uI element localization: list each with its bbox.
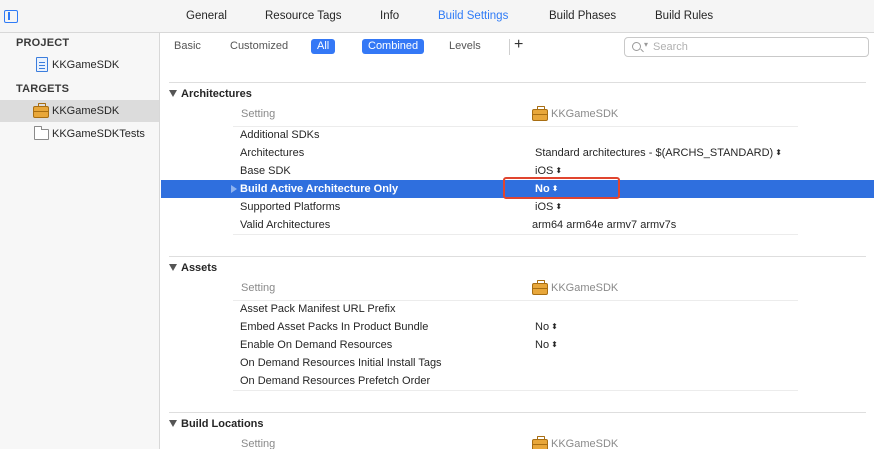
tab-build-phases[interactable]: Build Phases bbox=[549, 10, 616, 22]
disclosure-triangle-icon[interactable] bbox=[169, 420, 177, 427]
disclosure-triangle-icon[interactable] bbox=[169, 264, 177, 271]
table-row[interactable]: Architectures Standard architectures - $… bbox=[161, 144, 874, 162]
project-navigator-sidebar: PROJECT KKGameSDK TARGETS KKGameSDK KKGa… bbox=[0, 33, 160, 449]
filter-customized-button[interactable]: Customized bbox=[224, 39, 294, 54]
setting-name: Base SDK bbox=[240, 165, 291, 177]
sidebar-item-target-kkgamesdk[interactable]: KKGameSDK bbox=[0, 100, 159, 122]
table-row[interactable]: Enable On Demand Resources No ⬍ bbox=[161, 336, 874, 354]
separator bbox=[233, 234, 798, 235]
briefcase-icon bbox=[532, 436, 548, 449]
table-row[interactable]: On Demand Resources Prefetch Order bbox=[161, 372, 874, 390]
add-setting-button[interactable]: + bbox=[514, 37, 523, 53]
search-input[interactable] bbox=[653, 40, 853, 54]
tab-info[interactable]: Info bbox=[380, 10, 399, 22]
build-settings-table: Architectures Setting KKGameSDK Addition… bbox=[161, 59, 874, 449]
target-column-header: KKGameSDK bbox=[551, 108, 619, 120]
table-row[interactable]: Asset Pack Manifest URL Prefix bbox=[161, 300, 874, 318]
setting-name: Enable On Demand Resources bbox=[240, 339, 393, 351]
setting-value[interactable]: No ⬍ bbox=[535, 321, 558, 333]
build-settings-filter-bar: Basic Customized All Combined Levels + ▾ bbox=[161, 33, 874, 59]
briefcase-icon bbox=[532, 106, 548, 121]
tab-build-rules[interactable]: Build Rules bbox=[655, 10, 713, 22]
top-tab-bar: General Resource Tags Info Build Setting… bbox=[0, 0, 874, 33]
filter-combined-button[interactable]: Combined bbox=[362, 39, 425, 54]
tab-general[interactable]: General bbox=[186, 10, 227, 22]
setting-column-header: Setting bbox=[241, 282, 276, 294]
setting-name: Asset Pack Manifest URL Prefix bbox=[240, 303, 396, 315]
setting-name: On Demand Resources Prefetch Order bbox=[240, 375, 431, 387]
chevron-down-icon: ▾ bbox=[644, 40, 649, 49]
filter-divider bbox=[509, 39, 510, 55]
stepper-icon[interactable]: ⬍ bbox=[551, 322, 558, 331]
table-row[interactable]: Supported Platforms iOS ⬍ bbox=[161, 198, 874, 216]
setting-value[interactable]: Standard architectures - $(ARCHS_STANDAR… bbox=[535, 147, 782, 159]
table-row[interactable]: Additional SDKs bbox=[161, 126, 874, 144]
setting-name: On Demand Resources Initial Install Tags bbox=[240, 357, 442, 369]
target-column-header: KKGameSDK bbox=[551, 282, 619, 294]
setting-name: Build Active Architecture Only bbox=[240, 183, 399, 195]
search-field[interactable]: ▾ bbox=[624, 37, 869, 57]
tab-build-settings[interactable]: Build Settings bbox=[438, 10, 508, 22]
briefcase-icon bbox=[532, 280, 548, 295]
sidebar-toggle-icon[interactable] bbox=[4, 10, 18, 23]
setting-name: Architectures bbox=[240, 147, 305, 159]
setting-value[interactable]: arm64 arm64e armv7 armv7s bbox=[532, 219, 676, 231]
stepper-icon[interactable]: ⬍ bbox=[775, 148, 782, 157]
setting-name: Supported Platforms bbox=[240, 201, 341, 213]
table-row[interactable]: Embed Asset Packs In Product Bundle No ⬍ bbox=[161, 318, 874, 336]
stepper-icon[interactable]: ⬍ bbox=[551, 340, 558, 349]
stepper-icon[interactable]: ⬍ bbox=[555, 166, 562, 175]
setting-name: Additional SDKs bbox=[240, 129, 320, 141]
target-column-header: KKGameSDK bbox=[551, 438, 619, 449]
targets-header: TARGETS bbox=[16, 83, 70, 95]
filter-levels-button[interactable]: Levels bbox=[443, 39, 487, 54]
sidebar-item-target-tests[interactable]: KKGameSDKTests bbox=[0, 123, 159, 145]
annotation-highlight-box bbox=[503, 177, 620, 199]
separator bbox=[169, 256, 866, 257]
filter-basic-button[interactable]: Basic bbox=[168, 39, 207, 54]
separator bbox=[233, 390, 798, 391]
sidebar-item-label: KKGameSDK bbox=[52, 59, 120, 71]
tab-resource-tags[interactable]: Resource Tags bbox=[265, 10, 342, 22]
stepper-icon[interactable]: ⬍ bbox=[555, 202, 562, 211]
separator bbox=[169, 412, 866, 413]
table-row[interactable]: Valid Architectures arm64 arm64e armv7 a… bbox=[161, 216, 874, 234]
sidebar-item-label: KKGameSDKTests bbox=[52, 128, 145, 140]
document-icon bbox=[36, 57, 48, 72]
section-build-locations-header[interactable]: Build Locations bbox=[169, 418, 264, 430]
disclosure-triangle-icon[interactable] bbox=[231, 185, 237, 193]
search-icon bbox=[632, 42, 641, 51]
disclosure-triangle-icon[interactable] bbox=[169, 90, 177, 97]
separator bbox=[169, 82, 866, 83]
sidebar-item-project[interactable]: KKGameSDK bbox=[0, 54, 159, 76]
setting-value[interactable]: No ⬍ bbox=[535, 339, 558, 351]
folder-icon bbox=[34, 126, 49, 140]
sidebar-item-label: KKGameSDK bbox=[52, 105, 120, 117]
briefcase-icon bbox=[33, 103, 49, 118]
setting-value[interactable]: iOS ⬍ bbox=[535, 165, 562, 177]
setting-name: Valid Architectures bbox=[240, 219, 331, 231]
section-architectures-header[interactable]: Architectures bbox=[169, 88, 252, 100]
filter-all-button[interactable]: All bbox=[311, 39, 336, 54]
table-row[interactable]: On Demand Resources Initial Install Tags bbox=[161, 354, 874, 372]
table-row-selected[interactable]: Build Active Architecture Only No ⬍ bbox=[161, 177, 874, 199]
setting-column-header: Setting bbox=[241, 108, 276, 120]
section-assets-header[interactable]: Assets bbox=[169, 262, 217, 274]
setting-value[interactable]: iOS ⬍ bbox=[535, 201, 562, 213]
setting-column-header: Setting bbox=[241, 438, 276, 449]
project-header: PROJECT bbox=[16, 37, 70, 49]
setting-name: Embed Asset Packs In Product Bundle bbox=[240, 321, 429, 333]
